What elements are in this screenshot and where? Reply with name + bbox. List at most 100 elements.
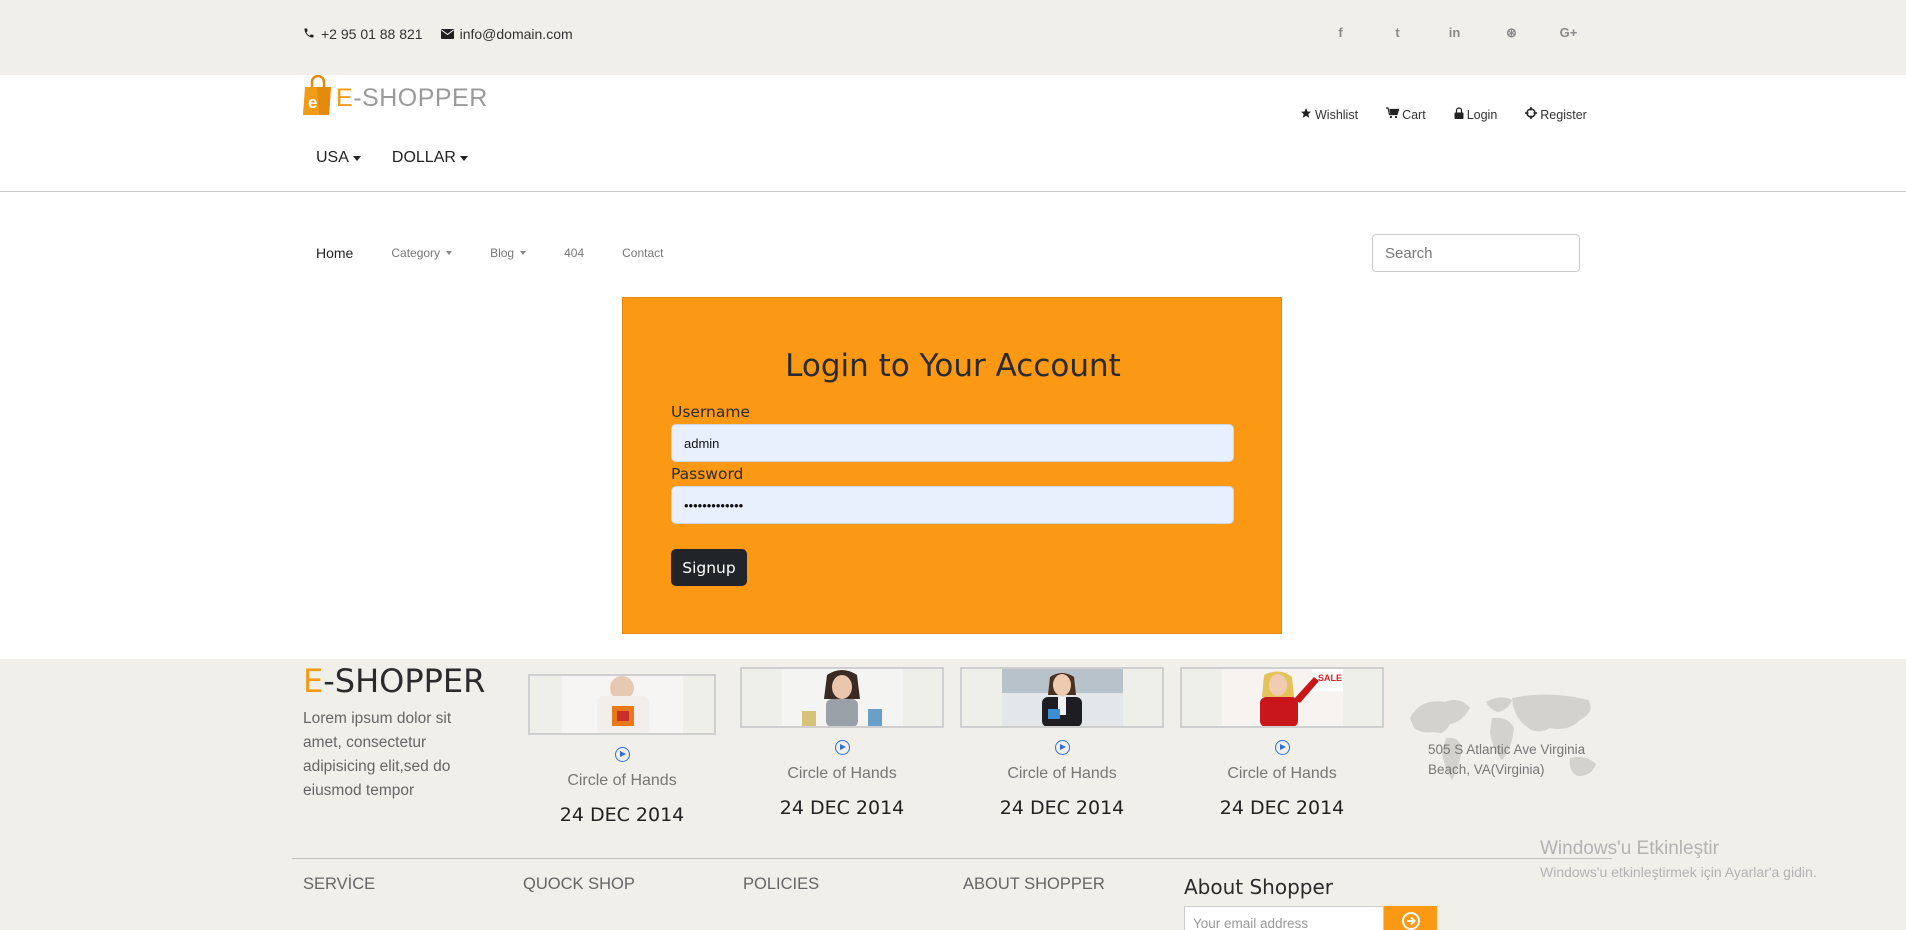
lock-icon [1454,107,1464,122]
footer-col-about[interactable]: ABOUT SHOPPER [963,875,1105,894]
crosshair-icon [1525,107,1538,122]
twitter-icon[interactable]: t [1385,25,1410,41]
video-caption: Circle of Hands [1007,765,1117,782]
video-card[interactable]: Circle of Hands 24 DEC 2014 [740,667,944,819]
locale-dropdowns: USA DOLLAR [316,149,468,167]
video-card[interactable]: Circle of Hands 24 DEC 2014 [960,667,1164,819]
account-links: Wishlist Cart Login Register [1300,107,1587,122]
watermark-line-1: Windows'u Etkinleştir [1540,838,1719,859]
password-label: Password [671,465,744,483]
login-form: Login to Your Account Username admin Pas… [622,297,1282,634]
top-bar: +2 95 01 88 821 info@domain.com f t in ⊛… [0,0,1906,75]
linkedin-icon[interactable]: in [1442,25,1467,41]
video-thumbnail-image [1001,669,1123,726]
cart-link[interactable]: Cart [1386,107,1426,122]
video-date: 24 DEC 2014 [999,797,1125,819]
password-field[interactable]: ••••••••••••• [671,486,1234,524]
nav-404[interactable]: 404 [564,245,584,261]
watermark-line-2: Windows'u etkinleştirmek için Ayarlar'a … [1540,864,1817,880]
country-label: USA [316,149,349,166]
main-nav: Home Category Blog 404 Contact [316,245,701,261]
video-thumbnail[interactable] [960,667,1164,728]
svg-text:e: e [308,93,317,112]
video-card[interactable]: SALE Circle of Hands 24 DEC 2014 [1180,667,1384,819]
phone-number: +2 95 01 88 821 [321,26,423,42]
cart-label: Cart [1402,107,1426,122]
play-icon[interactable] [1054,740,1070,755]
video-caption: Circle of Hands [1227,765,1337,782]
caret-down-icon [352,155,361,161]
email-contact[interactable]: info@domain.com [440,26,573,42]
footer-divider [292,858,1612,859]
footer-col-service[interactable]: SERVİCE [303,875,375,894]
facebook-icon[interactable]: f [1328,25,1353,41]
nav-category[interactable]: Category [391,245,453,261]
social-links: f t in ⊛ G+ [1328,25,1581,41]
video-thumbnail[interactable] [740,667,944,728]
username-value: admin [684,435,720,451]
currency-dropdown[interactable]: DOLLAR [392,149,468,167]
video-date: 24 DEC 2014 [1219,797,1345,819]
dribbble-icon[interactable]: ⊛ [1499,25,1524,41]
google-plus-icon[interactable]: G+ [1556,25,1581,41]
country-dropdown[interactable]: USA [316,149,361,167]
caret-down-icon [520,251,527,255]
password-value: ••••••••••••• [684,497,744,513]
cart-icon [1386,107,1400,122]
site-header: e E-SHOPPER USA DOLLAR Wishlist Cart Log… [0,74,1906,192]
newsletter-submit-button[interactable] [1384,906,1437,930]
play-icon[interactable] [1274,740,1290,755]
login-link[interactable]: Login [1454,107,1498,122]
currency-label: DOLLAR [391,149,456,166]
video-date: 24 DEC 2014 [559,804,685,826]
newsletter-email-input[interactable]: Your email address [1184,906,1384,930]
phone-contact[interactable]: +2 95 01 88 821 [303,26,423,42]
svg-text:SALE: SALE [1318,673,1342,683]
newsletter-placeholder: Your email address [1193,915,1309,930]
video-caption: Circle of Hands [567,772,677,789]
nav-blog[interactable]: Blog [490,245,527,261]
video-thumbnail[interactable] [528,674,716,735]
video-thumbnail[interactable]: SALE [1180,667,1384,728]
play-icon[interactable] [834,740,850,755]
nav-home-label: Home [316,245,354,261]
footer-col-policies[interactable]: POLICIES [743,875,819,894]
nav-home[interactable]: Home [316,245,353,261]
footer-description: Lorem ipsum dolor sit amet, consectetur … [303,710,452,799]
nav-category-label: Category [391,246,441,260]
logo-letter: E [336,84,354,112]
site-logo[interactable]: e E-SHOPPER [303,74,488,115]
register-link[interactable]: Register [1525,107,1587,122]
username-label: Username [671,403,751,421]
nav-contact[interactable]: Contact [622,245,663,261]
video-card[interactable]: Circle of Hands 24 DEC 2014 [528,674,716,826]
envelope-icon [440,26,454,42]
video-caption: Circle of Hands [787,765,897,782]
logo-rest: -SHOPPER [353,84,488,112]
shopping-bag-icon: e [303,74,333,115]
footer-logo-rest: -SHOPPER [323,662,486,700]
wishlist-link[interactable]: Wishlist [1300,107,1358,122]
footer-col-quick-shop[interactable]: QUOCK SHOP [523,875,635,894]
signup-button[interactable]: Signup [671,549,747,586]
nav-contact-label: Contact [622,246,664,260]
footer-logo[interactable]: E-SHOPPER [303,662,485,700]
video-thumbnail-image: SALE [1221,669,1343,726]
logo-wordmark: E-SHOPPER [336,84,488,113]
footer-logo-letter: E [303,662,324,700]
caret-down-icon [446,251,453,255]
login-title: Login to Your Account [785,348,1121,384]
footer-address: 505 S Atlantic Ave Virginia Beach, VA(Vi… [1428,742,1586,777]
play-icon[interactable] [614,747,630,762]
register-label: Register [1540,107,1587,122]
search-input[interactable] [1372,234,1580,272]
email-address: info@domain.com [459,26,573,42]
username-field[interactable]: admin [671,424,1234,462]
login-label: Login [1466,107,1498,122]
video-thumbnail-image [561,676,683,733]
wishlist-label: Wishlist [1315,107,1359,122]
about-shopper-title: About Shopper [1184,875,1334,899]
phone-icon [303,26,315,42]
contact-info: +2 95 01 88 821 info@domain.com [303,26,573,42]
video-date: 24 DEC 2014 [779,797,905,819]
